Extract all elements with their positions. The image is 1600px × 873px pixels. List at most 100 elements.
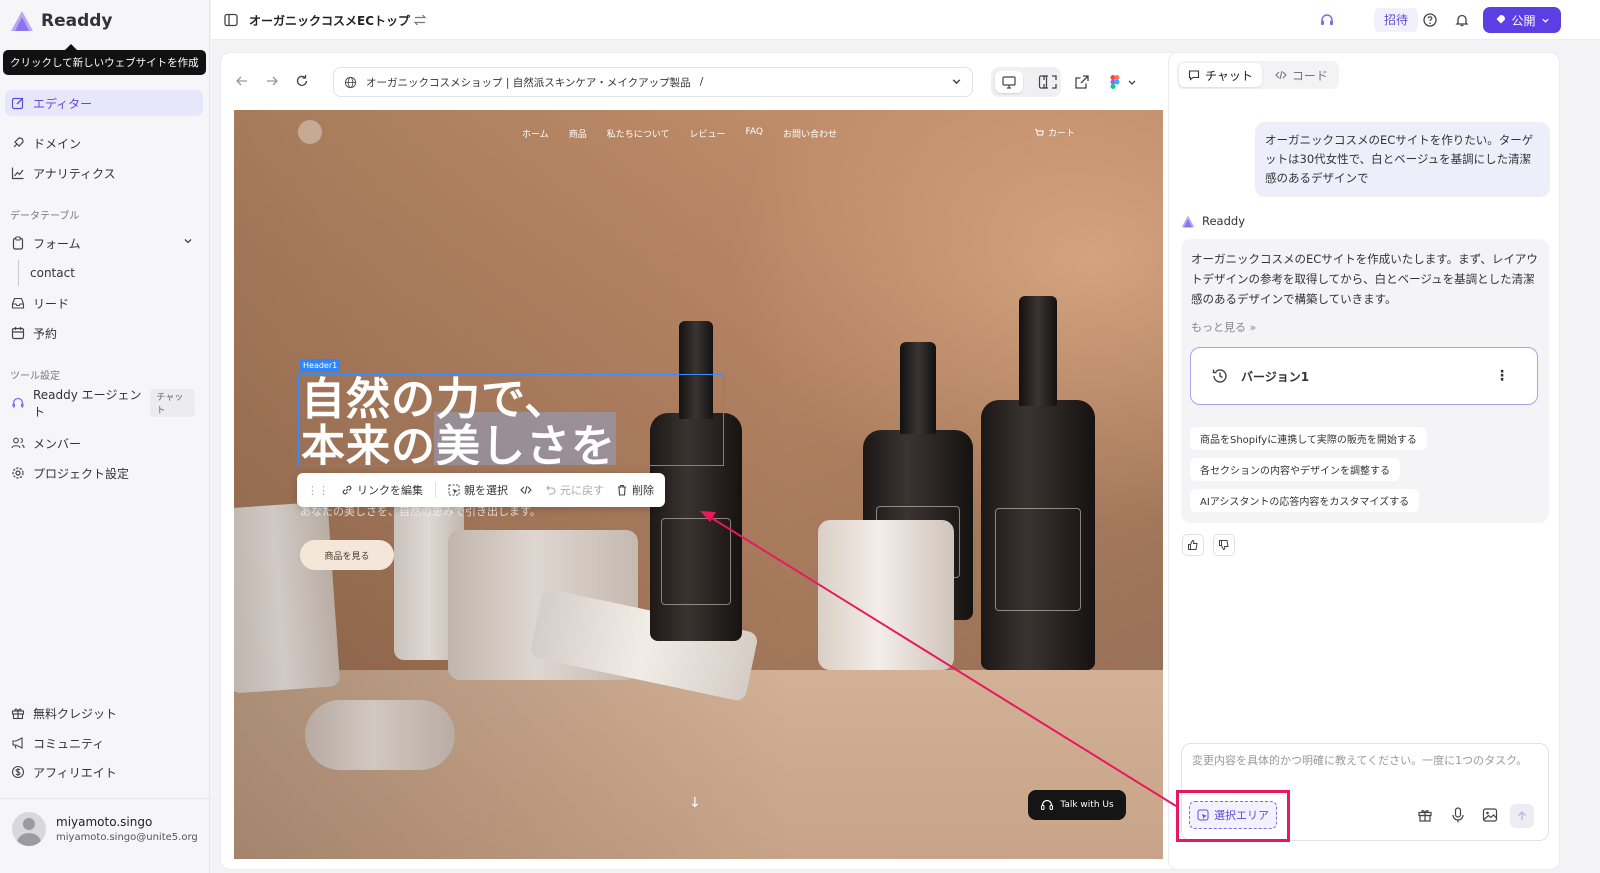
dollar-icon xyxy=(11,765,25,779)
sidebar-item-label: アナリティクス xyxy=(33,166,116,181)
project-title: オーガニックコスメECトップ xyxy=(249,14,411,28)
edit-link-button[interactable]: リンクを編集 xyxy=(341,482,423,498)
sidebar-item-affiliate[interactable]: アフィリエイト xyxy=(5,759,203,785)
forward-arrow-icon[interactable] xyxy=(265,74,279,88)
back-arrow-icon[interactable] xyxy=(235,74,249,88)
sidebar-item-lead[interactable]: リード xyxy=(5,290,203,316)
desktop-view-button[interactable] xyxy=(995,71,1023,93)
sidebar-subitem-contact[interactable]: contact xyxy=(24,260,203,286)
site-nav-about[interactable]: 私たちについて xyxy=(607,127,670,140)
site-nav-products[interactable]: 商品 xyxy=(569,127,587,140)
suggestion-chip[interactable]: 各セクションの内容やデザインを調整する xyxy=(1190,458,1400,481)
sidebar-item-editor[interactable]: エディター xyxy=(5,90,203,116)
publish-button[interactable]: 公開 xyxy=(1483,7,1561,33)
arrow-up-icon xyxy=(1518,811,1526,820)
select-parent-button[interactable]: 親を選択 xyxy=(448,482,508,498)
tab-chat[interactable]: チャット xyxy=(1179,63,1262,87)
drag-handle-icon[interactable]: ⋮⋮ xyxy=(307,484,329,497)
thumbs-down-button[interactable] xyxy=(1213,534,1235,556)
site-logo-icon[interactable] xyxy=(298,120,322,144)
readdy-logo-icon xyxy=(11,11,33,31)
submenu-line xyxy=(18,260,19,286)
sidebar-item-community[interactable]: コミュニティ xyxy=(5,730,203,756)
tab-code-label: コード xyxy=(1291,68,1328,83)
rocket-icon xyxy=(1496,15,1506,24)
layout-icon[interactable] xyxy=(223,12,239,28)
user-profile[interactable]: miyamoto.singo miyamoto.singo@unite5.org xyxy=(12,812,198,846)
swap-icon[interactable] xyxy=(412,12,428,28)
more-vertical-icon[interactable]: ⋮ xyxy=(1495,368,1509,384)
sidebar-item-label: contact xyxy=(30,266,75,280)
undo-label: 元に戻す xyxy=(560,484,604,497)
select-area-button[interactable]: 選択エリア xyxy=(1189,801,1277,829)
delete-button[interactable]: 削除 xyxy=(616,482,654,498)
thumbs-up-button[interactable] xyxy=(1182,534,1204,556)
undo-button[interactable]: 元に戻す xyxy=(544,482,604,498)
link-icon xyxy=(342,485,352,495)
bot-name: Readdy xyxy=(1202,214,1246,228)
fullscreen-icon[interactable] xyxy=(1042,74,1058,90)
chat-badge: チャット xyxy=(150,389,195,417)
sidebar-item-analytics[interactable]: アナリティクス xyxy=(5,160,203,186)
chevron-down-icon[interactable] xyxy=(183,236,193,246)
selected-element-tag: Header1 xyxy=(300,359,341,372)
external-link-icon[interactable] xyxy=(1074,74,1090,90)
chevron-down-icon[interactable] xyxy=(1127,74,1137,90)
version-label: バージョン1 xyxy=(1241,369,1310,384)
scroll-down-icon[interactable]: ↓ xyxy=(689,795,701,811)
invite-button[interactable]: 招待 xyxy=(1374,8,1419,32)
sidebar-item-domain[interactable]: ドメイン xyxy=(5,130,203,156)
show-more-label: もっと見る xyxy=(1191,321,1246,334)
site-nav-contact[interactable]: お問い合わせ xyxy=(783,127,837,140)
headset-icon xyxy=(11,396,25,410)
gift-box-icon[interactable] xyxy=(1416,806,1434,824)
show-more-link[interactable]: もっと見る » xyxy=(1191,319,1256,335)
bot-message-card: オーガニックコスメのECサイトを作成いたします。まず、レイアウトデザインの参考を… xyxy=(1181,239,1549,523)
chevron-down-icon xyxy=(1541,18,1549,23)
app-logo[interactable]: Readdy xyxy=(10,10,113,32)
chat-tabs: チャット コード xyxy=(1177,61,1339,89)
site-nav-faq[interactable]: FAQ xyxy=(746,127,763,140)
image-icon[interactable] xyxy=(1481,806,1499,824)
send-button[interactable] xyxy=(1510,804,1534,828)
tab-code[interactable]: コード xyxy=(1266,63,1337,87)
reload-icon[interactable] xyxy=(295,74,309,88)
sidebar-item-project-settings[interactable]: プロジェクト設定 xyxy=(5,460,203,486)
sidebar-item-members[interactable]: メンバー xyxy=(5,430,203,456)
sidebar-item-label: リード xyxy=(33,296,70,311)
microphone-icon[interactable] xyxy=(1449,806,1467,824)
sidebar-item-agent[interactable]: Readdy エージェント チャット xyxy=(5,388,203,419)
url-title: オーガニックコスメショップ | 自然派スキンケア・メイクアップ製品 xyxy=(366,76,691,89)
sidebar-item-booking[interactable]: 予約 xyxy=(5,320,203,346)
select-area-label: 選択エリア xyxy=(1214,809,1269,822)
preview-panel: オーガニックコスメショップ | 自然派スキンケア・メイクアップ製品 / ホーム … xyxy=(220,52,1181,870)
sidebar-item-label: コミュニティ xyxy=(33,736,105,751)
talk-label: Talk with Us xyxy=(1060,800,1114,810)
cart-icon xyxy=(1035,128,1044,135)
element-edit-toolbar: ⋮⋮ リンクを編集 親を選択 元に戻す 削除 xyxy=(297,473,665,507)
chat-input[interactable] xyxy=(1192,752,1537,792)
chevron-down-icon[interactable] xyxy=(951,76,962,87)
sidebar-item-credits[interactable]: 無料クレジット xyxy=(5,700,203,726)
avatar xyxy=(12,812,46,846)
headset-icon[interactable] xyxy=(1319,12,1335,28)
bell-icon[interactable] xyxy=(1454,12,1470,28)
site-nav-home[interactable]: ホーム xyxy=(522,127,549,140)
sidebar-item-label: Readdy エージェント xyxy=(33,388,142,419)
sidebar-item-label: メンバー xyxy=(33,436,82,451)
publish-label: 公開 xyxy=(1511,13,1536,28)
version-card[interactable]: バージョン1 ⋮ xyxy=(1190,347,1538,405)
suggestion-chip[interactable]: AIアシスタントの応答内容をカスタマイズする xyxy=(1190,489,1420,512)
sidebar-item-form[interactable]: フォーム xyxy=(5,230,203,256)
talk-with-us-button[interactable]: Talk with Us xyxy=(1028,790,1126,820)
site-nav-reviews[interactable]: レビュー xyxy=(689,127,725,140)
headset-icon xyxy=(1041,799,1054,810)
figma-icon[interactable] xyxy=(1107,74,1123,90)
code-view-button[interactable] xyxy=(520,484,532,496)
site-cart[interactable]: カート xyxy=(1034,126,1075,139)
hero-cta-button[interactable]: 商品を見る xyxy=(300,540,394,570)
user-name: miyamoto.singo xyxy=(56,815,153,829)
suggestion-chip[interactable]: 商品をShopifyに連携して実際の販売を開始する xyxy=(1190,427,1427,450)
help-icon[interactable] xyxy=(1422,12,1438,28)
url-bar[interactable]: オーガニックコスメショップ | 自然派スキンケア・メイクアップ製品 / xyxy=(333,67,973,97)
